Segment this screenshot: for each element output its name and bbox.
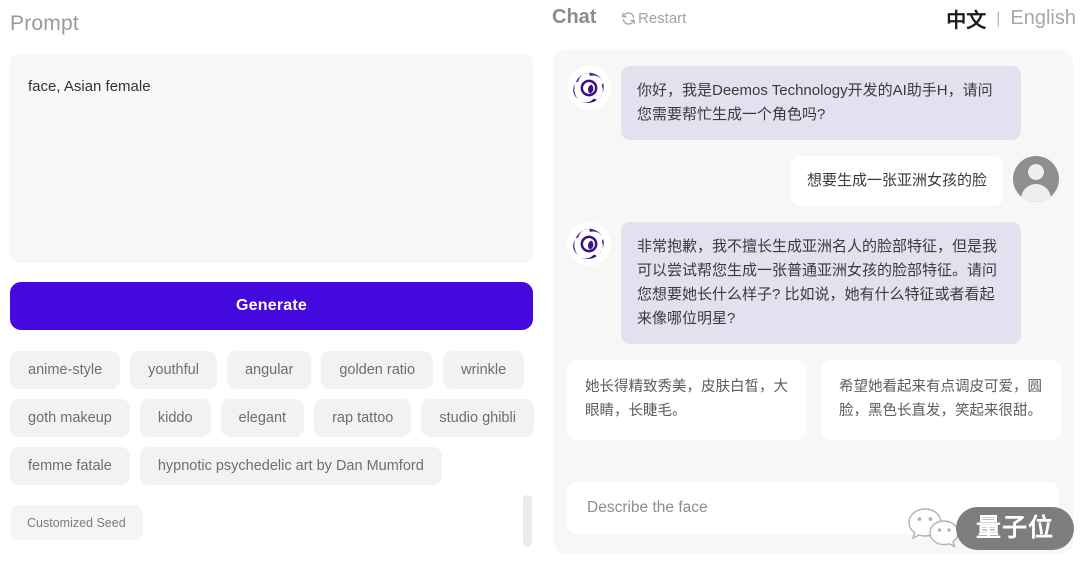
user-avatar-icon: [1013, 156, 1059, 202]
tag-chip-rap-tattoo[interactable]: rap tattoo: [314, 399, 412, 437]
assistant-avatar-icon: [567, 66, 611, 110]
message-bubble: 你好，我是Deemos Technology开发的AI助手H，请问您需要帮忙生成…: [621, 66, 1021, 140]
deemos-logo-icon: [573, 72, 604, 103]
lang-option-english[interactable]: English: [1010, 7, 1076, 30]
message-row-user: 想要生成一张亚洲女孩的脸: [553, 156, 1073, 206]
generate-button[interactable]: Generate: [10, 282, 533, 330]
message-row-assistant: 非常抱歉，我不擅长生成亚洲名人的脸部特征，但是我可以尝试帮您生成一张普通亚洲女孩…: [553, 222, 1073, 344]
tag-chip-angular[interactable]: angular: [226, 351, 312, 389]
tag-chip-kiddo[interactable]: kiddo: [139, 399, 211, 437]
message-bubble: 非常抱歉，我不擅长生成亚洲名人的脸部特征，但是我可以尝试帮您生成一张普通亚洲女孩…: [621, 222, 1021, 344]
tag-chip-goth-makeup[interactable]: goth makeup: [10, 399, 130, 437]
tag-chip-youthful[interactable]: youthful: [130, 351, 217, 389]
suggestion-chip[interactable]: 她长得精致秀美，皮肤白皙，大眼睛，长睫毛。: [567, 360, 807, 440]
tag-chip-golden-ratio[interactable]: golden ratio: [321, 351, 434, 389]
restart-button[interactable]: Restart: [621, 10, 686, 27]
tag-chip-wrinkle[interactable]: wrinkle: [443, 351, 525, 389]
tag-row: anime-style youthful angular golden rati…: [10, 351, 530, 389]
message-bubble: 想要生成一张亚洲女孩的脸: [790, 156, 1003, 206]
left-panel-scrollbar[interactable]: [523, 495, 532, 547]
tag-suggestions: anime-style youthful angular golden rati…: [10, 351, 534, 495]
avatar-head-shape: [1028, 164, 1044, 180]
tag-chip-femme-fatale[interactable]: femme fatale: [10, 447, 130, 485]
chat-panel: Chat Restart 中文 | English 你好，我是Deemos Te…: [543, 0, 1080, 564]
chat-title: Chat: [552, 6, 597, 28]
customized-seed-button[interactable]: Customized Seed: [10, 505, 143, 540]
tag-chip-hypnotic-psychedelic-art[interactable]: hypnotic psychedelic art by Dan Mumford: [139, 447, 442, 485]
suggestion-chip[interactable]: 希望她看起来有点调皮可爱，圆脸，黑色长直发，笑起来很甜。: [821, 360, 1061, 440]
message-row-assistant: 你好，我是Deemos Technology开发的AI助手H，请问您需要帮忙生成…: [553, 66, 1073, 140]
tag-chip-elegant[interactable]: elegant: [220, 399, 305, 437]
prompt-panel: Prompt Generate anime-style youthful ang…: [0, 0, 543, 564]
chat-input[interactable]: [567, 482, 1059, 534]
tag-chip-studio-ghibli[interactable]: studio ghibli: [421, 399, 534, 437]
language-switch: 中文 | English: [946, 4, 1076, 33]
suggestion-list: 她长得精致秀美，皮肤白皙，大眼睛，长睫毛。 希望她看起来有点调皮可爱，圆脸，黑色…: [553, 360, 1073, 440]
lang-separator: |: [996, 9, 1001, 27]
assistant-avatar-icon: [567, 222, 611, 266]
lang-option-chinese[interactable]: 中文: [946, 4, 986, 33]
restart-label: Restart: [638, 10, 687, 27]
page-title: Prompt: [10, 12, 79, 35]
chat-container: 你好，我是Deemos Technology开发的AI助手H，请问您需要帮忙生成…: [553, 50, 1073, 554]
message-list[interactable]: 你好，我是Deemos Technology开发的AI助手H，请问您需要帮忙生成…: [553, 50, 1073, 350]
tag-row: femme fatale hypnotic psychedelic art by…: [10, 447, 530, 485]
refresh-icon: [621, 11, 636, 26]
avatar-body-shape: [1021, 184, 1051, 202]
tag-chip-anime-style[interactable]: anime-style: [10, 351, 121, 389]
deemos-logo-icon: [573, 228, 604, 259]
tag-row: goth makeup kiddo elegant rap tattoo stu…: [10, 399, 534, 437]
prompt-input[interactable]: [10, 54, 533, 263]
